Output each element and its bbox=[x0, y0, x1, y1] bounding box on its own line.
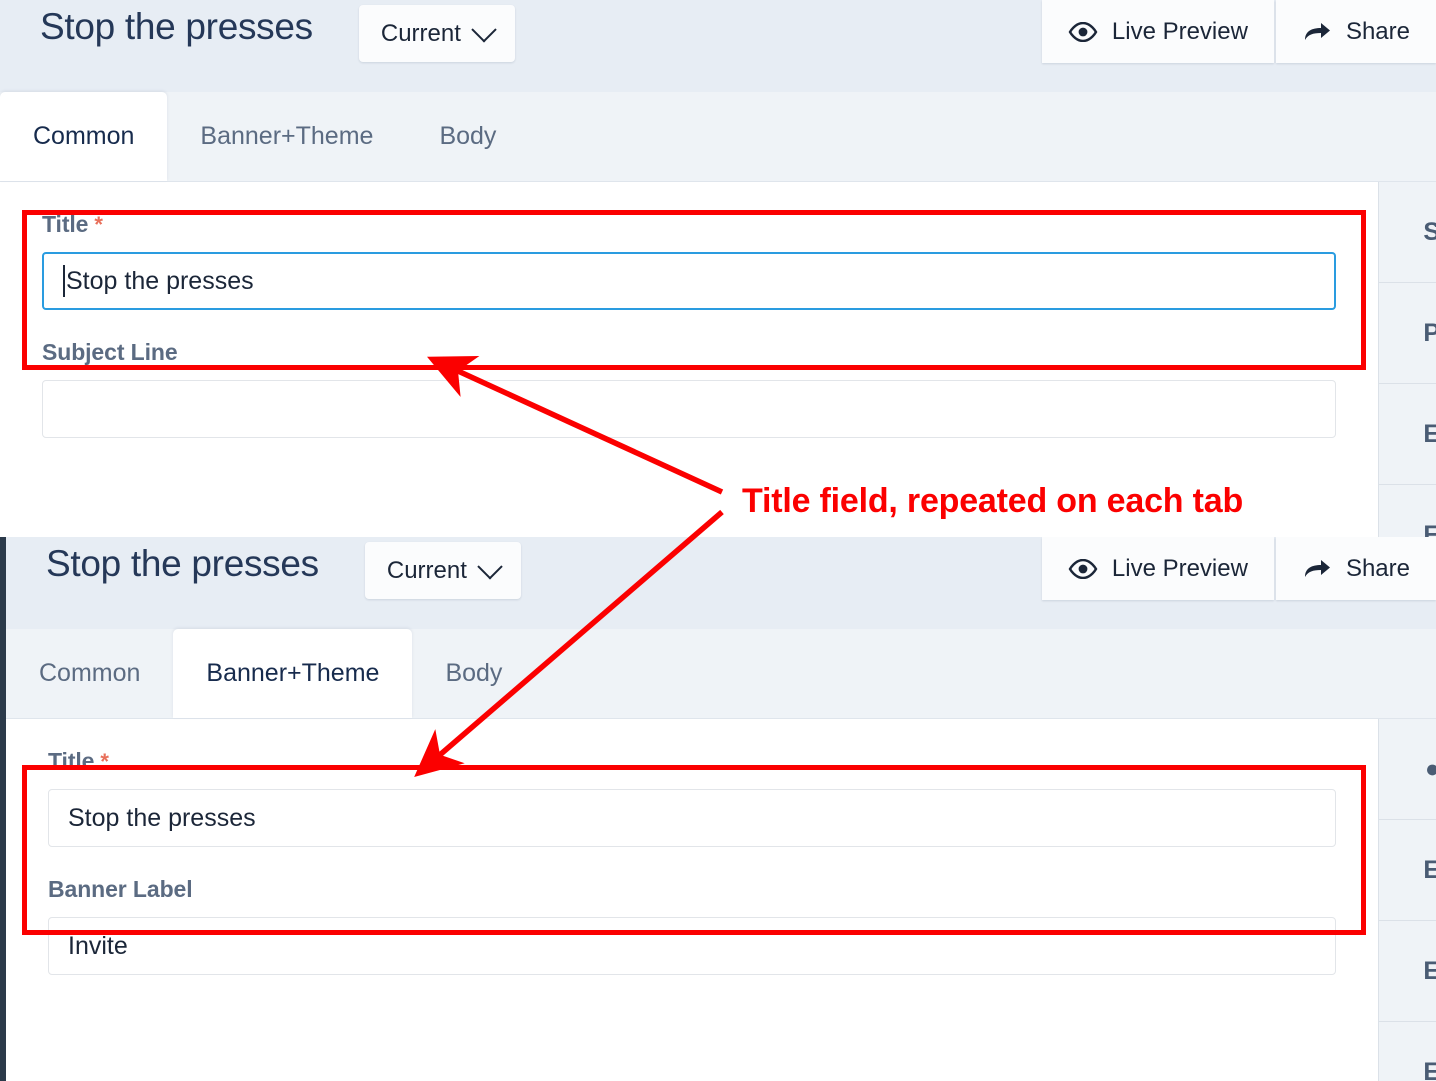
page-title: Stop the presses bbox=[40, 6, 313, 47]
title-field-label: Title * bbox=[42, 182, 1336, 252]
tab-strip: Common Banner+Theme Body bbox=[6, 629, 1436, 719]
share-button[interactable]: Share bbox=[1275, 537, 1436, 600]
side-panel-item[interactable]: ● bbox=[1379, 719, 1436, 820]
eye-icon bbox=[1068, 558, 1098, 579]
side-panel-item-label: S bbox=[1423, 217, 1436, 246]
form-body: Title * Stop the presses Subject Line S … bbox=[0, 182, 1436, 537]
chevron-down-icon bbox=[477, 553, 503, 579]
share-label: Share bbox=[1345, 17, 1410, 45]
title-input[interactable]: Stop the presses bbox=[42, 252, 1336, 310]
side-panel-item-label: ● bbox=[1391, 755, 1436, 784]
tab-strip: Common Banner+Theme Body bbox=[0, 92, 1436, 182]
title-input[interactable]: Stop the presses bbox=[48, 789, 1336, 847]
tab-common-label: Common bbox=[39, 659, 141, 687]
title-input-value: Stop the presses bbox=[66, 266, 254, 295]
side-panel-item[interactable]: E bbox=[1379, 384, 1436, 485]
side-panel-item-label: E bbox=[1389, 957, 1436, 986]
tab-banner-theme[interactable]: Banner+Theme bbox=[167, 92, 406, 181]
form-fields: Title * Stop the presses Subject Line bbox=[0, 182, 1378, 537]
banner-label-input-value: Invite bbox=[68, 931, 128, 960]
required-asterisk: * bbox=[100, 749, 109, 774]
side-panel-item[interactable]: S bbox=[1379, 182, 1436, 283]
header-actions: Live Preview Share bbox=[1041, 0, 1436, 63]
screenshot-panel-common: Stop the presses Current Live Preview Sh… bbox=[0, 0, 1436, 537]
subject-line-label-text: Subject Line bbox=[42, 339, 178, 365]
version-dropdown[interactable]: Current bbox=[364, 542, 521, 599]
side-panel-item-label: E bbox=[1389, 856, 1436, 885]
screenshot-panel-banner-theme: Stop the presses Current Live Preview Sh… bbox=[0, 537, 1436, 1081]
tab-common-label: Common bbox=[33, 122, 135, 150]
share-label: Share bbox=[1345, 554, 1410, 582]
form-fields: Title * Stop the presses Banner Label Inv… bbox=[6, 719, 1378, 1081]
share-arrow-icon bbox=[1302, 21, 1332, 43]
side-panel-item-label: E bbox=[1423, 520, 1436, 538]
side-panel-item-label: E bbox=[1389, 1058, 1436, 1081]
field-title: Title * Stop the presses bbox=[6, 719, 1378, 847]
chevron-down-icon bbox=[471, 16, 497, 42]
header-actions: Live Preview Share bbox=[1041, 537, 1436, 600]
tab-banner-theme-label: Banner+Theme bbox=[206, 659, 380, 687]
tab-common[interactable]: Common bbox=[6, 629, 173, 718]
version-dropdown-label: Current bbox=[386, 556, 467, 584]
subject-line-field-label: Subject Line bbox=[42, 310, 1336, 380]
right-side-panel: S P E E bbox=[1378, 182, 1436, 537]
side-panel-item-label: E bbox=[1423, 419, 1436, 448]
field-subject-line: Subject Line bbox=[0, 310, 1378, 438]
tab-banner-theme[interactable]: Banner+Theme bbox=[173, 629, 413, 718]
tab-body-label: Body bbox=[445, 659, 503, 687]
tab-body[interactable]: Body bbox=[412, 629, 535, 718]
banner-label-input[interactable]: Invite bbox=[48, 917, 1336, 975]
form-body: Title * Stop the presses Banner Label Inv… bbox=[6, 719, 1436, 1081]
side-panel-item[interactable]: P bbox=[1379, 283, 1436, 384]
side-panel-item-label: P bbox=[1423, 318, 1436, 347]
side-panel-item[interactable]: E bbox=[1379, 921, 1436, 1022]
version-dropdown[interactable]: Current bbox=[358, 5, 515, 62]
banner-label-field-label: Banner Label bbox=[48, 847, 1336, 917]
app-header-bar: Stop the presses Current Live Preview Sh… bbox=[6, 537, 1436, 629]
eye-icon bbox=[1068, 21, 1098, 42]
live-preview-label: Live Preview bbox=[1111, 17, 1248, 45]
side-panel-item[interactable]: E bbox=[1379, 1022, 1436, 1081]
share-arrow-icon bbox=[1302, 558, 1332, 580]
banner-label-label-text: Banner Label bbox=[48, 876, 193, 902]
title-label-text: Title bbox=[42, 211, 89, 237]
side-panel-item[interactable]: E bbox=[1379, 820, 1436, 921]
live-preview-button[interactable]: Live Preview bbox=[1041, 0, 1274, 63]
field-title: Title * Stop the presses bbox=[0, 182, 1378, 310]
app-header-bar: Stop the presses Current Live Preview Sh… bbox=[0, 0, 1436, 92]
tab-banner-theme-label: Banner+Theme bbox=[200, 122, 374, 150]
title-label-text: Title bbox=[48, 748, 95, 774]
version-dropdown-label: Current bbox=[380, 19, 461, 47]
tab-body-label: Body bbox=[439, 122, 497, 150]
live-preview-button[interactable]: Live Preview bbox=[1041, 537, 1274, 600]
field-banner-label: Banner Label Invite bbox=[6, 847, 1378, 975]
side-panel-item[interactable]: E bbox=[1379, 485, 1436, 538]
subject-line-input[interactable] bbox=[42, 380, 1336, 438]
text-caret bbox=[63, 265, 65, 297]
title-input-value: Stop the presses bbox=[68, 803, 256, 832]
tab-common[interactable]: Common bbox=[0, 92, 168, 181]
required-asterisk: * bbox=[94, 212, 103, 237]
title-field-label: Title * bbox=[48, 719, 1336, 789]
share-button[interactable]: Share bbox=[1275, 0, 1436, 63]
tab-body[interactable]: Body bbox=[406, 92, 529, 181]
live-preview-label: Live Preview bbox=[1111, 554, 1248, 582]
page-title: Stop the presses bbox=[46, 543, 319, 584]
right-side-panel: ● E E E bbox=[1378, 719, 1436, 1081]
